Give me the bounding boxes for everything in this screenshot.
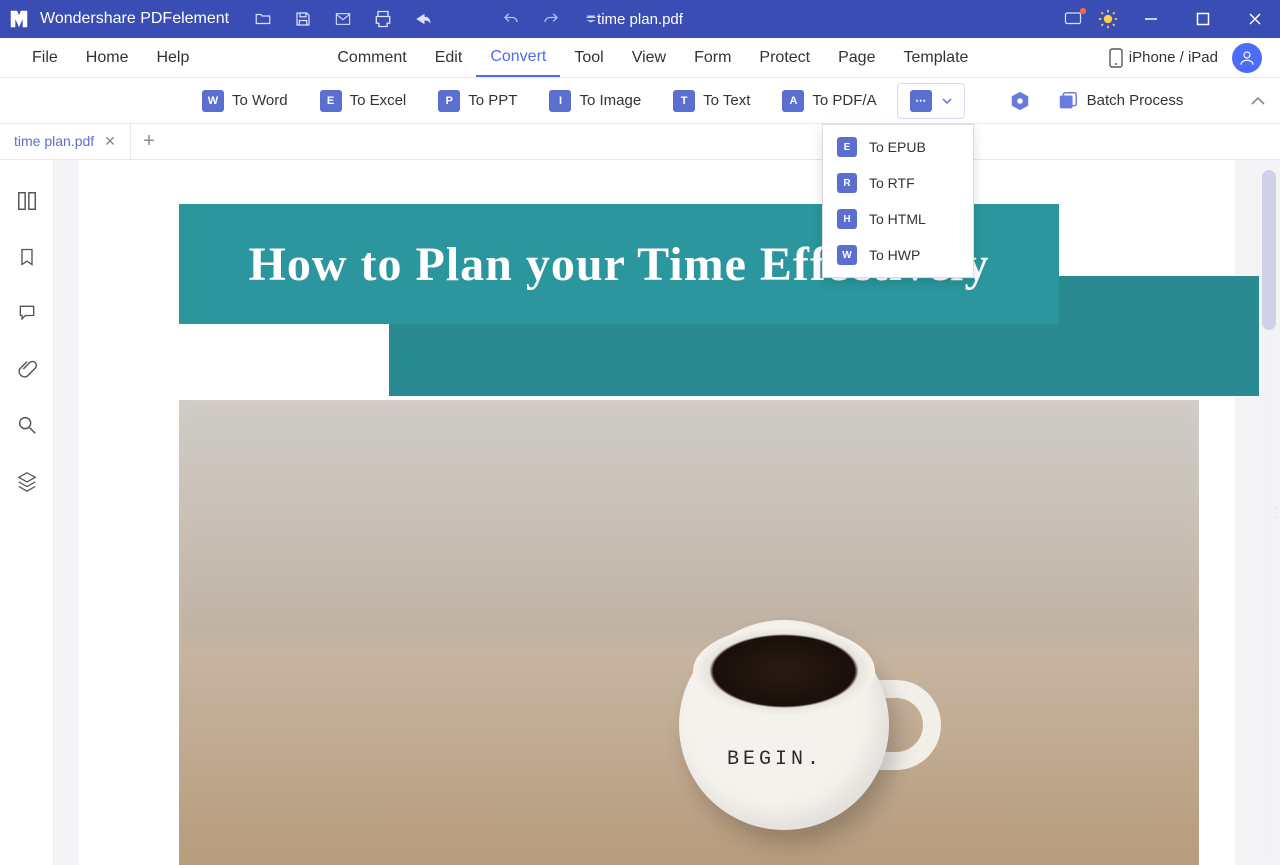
mail-icon[interactable] [333,9,353,29]
print-icon[interactable] [373,9,393,29]
dropdown-to-rtf[interactable]: RTo RTF [823,165,973,201]
hexagon-gear-icon [1009,90,1031,112]
document-canvas[interactable]: How to Plan your Time Effectively BEGIN. [54,160,1280,865]
tab-add-button[interactable]: + [131,123,167,159]
dropdown-to-epub[interactable]: ETo EPUB [823,129,973,165]
menu-template[interactable]: Template [889,38,982,77]
app-logo-icon [6,6,32,32]
tool-to-excel[interactable]: ETo Excel [308,84,419,118]
menu-file[interactable]: File [18,38,72,77]
phone-icon [1109,48,1123,68]
attachments-icon[interactable] [14,356,40,382]
pdfa-icon: A [782,90,804,112]
thumbnails-icon[interactable] [14,188,40,214]
device-label: iPhone / iPad [1129,49,1218,66]
search-icon[interactable] [14,412,40,438]
text-icon: T [673,90,695,112]
device-link[interactable]: iPhone / iPad [1109,48,1218,68]
screen-recorder-icon[interactable] [1062,10,1084,28]
cup-label: BEGIN. [727,748,823,771]
bookmarks-icon[interactable] [14,244,40,270]
save-icon[interactable] [293,9,313,29]
maximize-button[interactable] [1184,0,1222,38]
hero-photo: BEGIN. [179,400,1199,865]
banner: How to Plan your Time Effectively [79,204,1235,364]
menu-convert[interactable]: Convert [476,38,560,77]
theme-icon[interactable] [1098,9,1118,29]
scrollbar-thumb[interactable] [1262,170,1276,330]
more-icon: ⋯ [910,90,932,112]
menu-view[interactable]: View [618,38,680,77]
layers-icon[interactable] [14,468,40,494]
chevron-down-icon [942,96,952,106]
tab-close-icon[interactable]: ✕ [104,133,116,150]
more-formats-dropdown: ETo EPUB RTo RTF HTo HTML WTo HWP [822,124,974,278]
convert-toolbar: WTo Word ETo Excel PTo PPT ITo Image TTo… [0,78,1280,124]
redo-icon[interactable] [541,9,561,29]
tool-to-pdfa[interactable]: ATo PDF/A [770,84,888,118]
document-tabs: time plan.pdf ✕ + [0,124,1280,160]
tool-to-text[interactable]: TTo Text [661,84,762,118]
ppt-icon: P [438,90,460,112]
close-button[interactable] [1236,0,1274,38]
excel-icon: E [320,90,342,112]
document-page: How to Plan your Time Effectively BEGIN. [79,160,1235,865]
open-folder-icon[interactable] [253,9,273,29]
tab-label: time plan.pdf [14,133,94,149]
document-title: time plan.pdf [597,11,683,28]
tab-current-doc[interactable]: time plan.pdf ✕ [0,123,131,159]
menu-comment[interactable]: Comment [323,38,420,77]
comments-icon[interactable] [14,300,40,326]
menu-edit[interactable]: Edit [421,38,477,77]
batch-icon [1057,90,1079,112]
app-name: Wondershare PDFelement [40,10,229,28]
tool-to-ppt[interactable]: PTo PPT [426,84,529,118]
menu-tool[interactable]: Tool [560,38,617,77]
word-icon: W [202,90,224,112]
minimize-button[interactable] [1132,0,1170,38]
user-avatar[interactable] [1232,43,1262,73]
menu-page[interactable]: Page [824,38,889,77]
coffee-cup: BEGIN. [649,590,969,850]
tool-more-formats[interactable]: ⋯ [897,83,965,119]
dropdown-to-html[interactable]: HTo HTML [823,201,973,237]
share-icon[interactable] [413,9,433,29]
dropdown-to-hwp[interactable]: WTo HWP [823,237,973,273]
image-icon: I [549,90,571,112]
undo-icon[interactable] [501,9,521,29]
title-bar: Wondershare PDFelement time plan.pdf [0,0,1280,38]
menu-help[interactable]: Help [142,38,203,77]
tool-batch-process[interactable]: Batch Process [1045,84,1196,118]
tool-to-word[interactable]: WTo Word [190,84,300,118]
left-sidebar [0,160,54,865]
tool-to-image[interactable]: ITo Image [537,84,653,118]
menu-form[interactable]: Form [680,38,745,77]
collapse-ribbon-icon[interactable] [1250,95,1266,107]
menu-home[interactable]: Home [72,38,143,77]
menu-bar: File Home Help Comment Edit Convert Tool… [0,38,1280,78]
tool-convert-settings[interactable] [1003,84,1037,118]
menu-protect[interactable]: Protect [745,38,824,77]
